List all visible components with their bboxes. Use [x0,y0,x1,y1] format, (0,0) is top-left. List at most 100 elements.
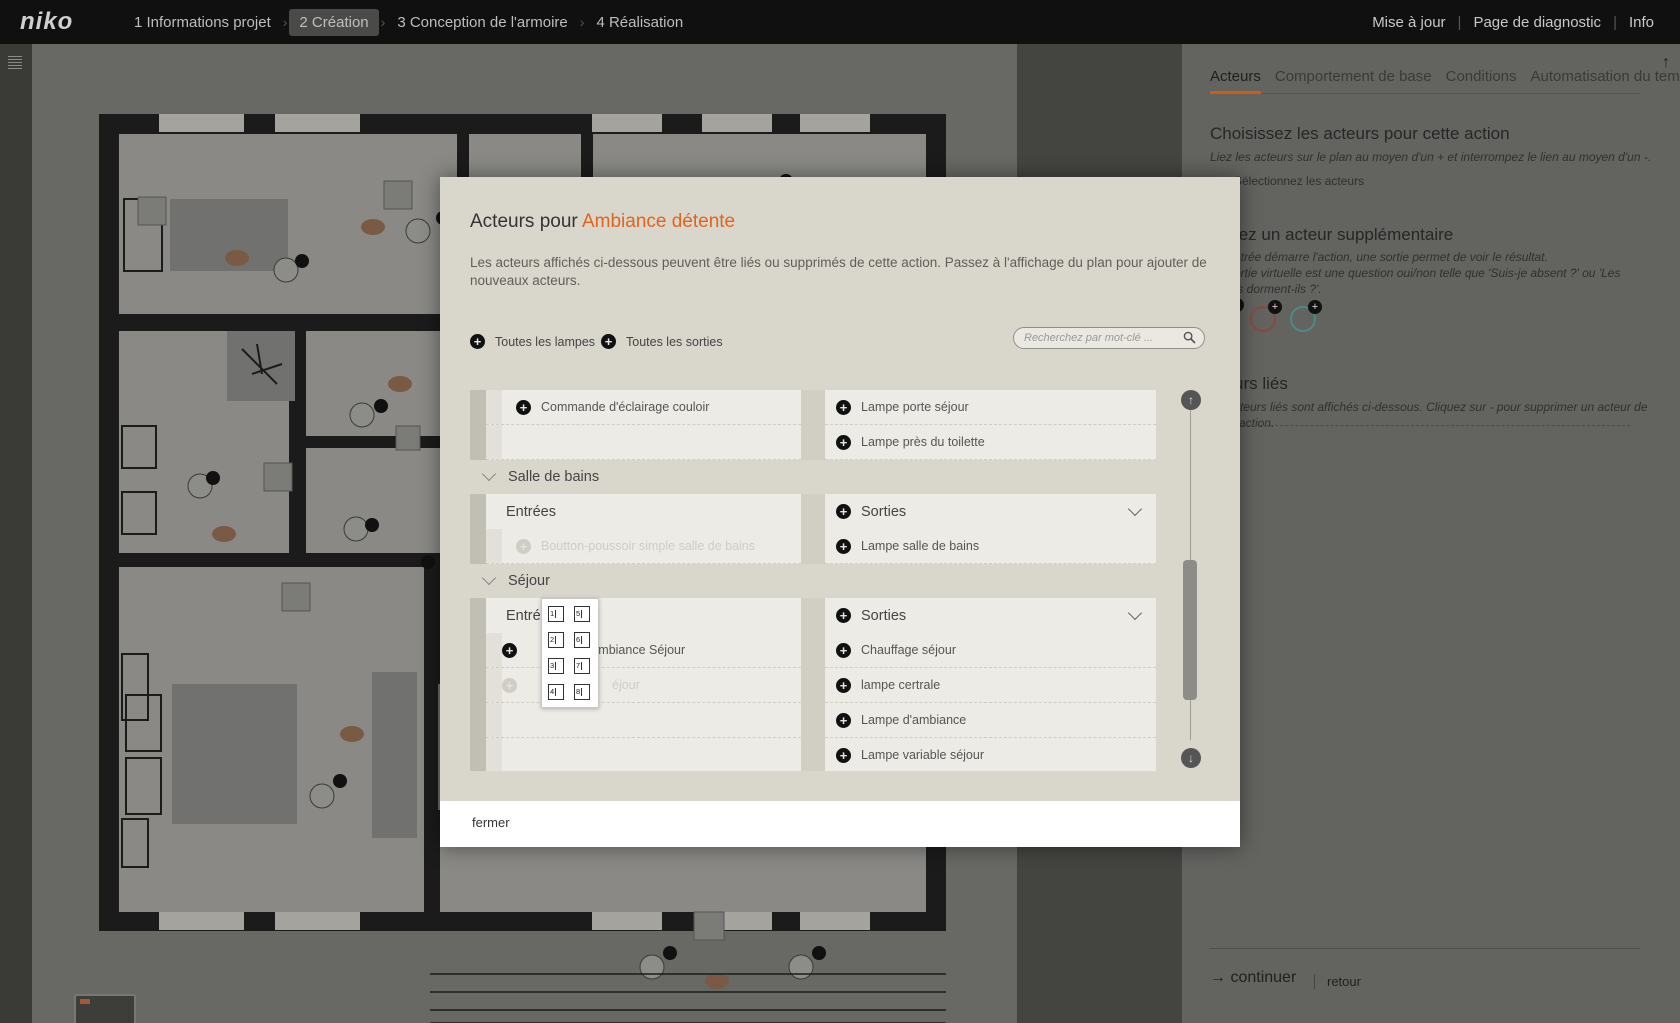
tab-automatisation[interactable]: Automatisation du temps [1531,66,1680,93]
arrow-down-icon[interactable]: ↓ [1181,748,1201,768]
all-lamps-label: Toutes les lampes [495,334,596,349]
dialog-title-prefix: Acteurs pour [470,211,578,232]
plus-icon[interactable]: + [836,538,851,554]
choose-actors-text: Liez les acteurs sur le plan au moyen d'… [1210,150,1652,164]
plus-icon[interactable]: + [836,504,851,519]
plus-icon: + [601,334,616,349]
actor-name: Lampe près du toilette [861,435,985,449]
plus-icon[interactable]: + [836,434,851,450]
room-salle-de-bains[interactable]: Salle de bains [470,460,1172,494]
add-actor-text-2: ortie virtuelle est une question oui/non… [1234,266,1621,280]
virtual-output-add-icon[interactable]: + [1290,300,1322,332]
plus-icon[interactable]: + [836,747,851,763]
update-link[interactable]: Mise à jour [1360,14,1457,31]
top-links: Mise à jour | Page de diagnostic | Info [1360,0,1666,44]
panel-tabs: Acteurs Comportement de base Conditions … [1210,66,1680,94]
room-sejour[interactable]: Séjour [470,564,1172,598]
left-rail [0,44,32,1023]
outputs-header[interactable]: + Sorties [825,598,1156,633]
all-lamps-button[interactable]: + Toutes les lampes [470,334,595,349]
step-realisation[interactable]: 4 Réalisation [586,9,693,36]
channel-icon[interactable]: 1 [548,606,564,622]
add-actor-text-1: ntrée démarre l'action, une sortie perme… [1234,250,1548,264]
inputs-header: Entré [486,598,801,633]
inputs-header: Entrées [486,494,801,529]
channel-icon[interactable]: 3 [548,658,564,674]
plus-icon[interactable]: + [836,642,851,658]
plus-icon: + [470,334,485,349]
actor-name: Lampe salle de bains [861,539,980,553]
channel-icon[interactable]: 2 [548,632,564,648]
divider [1210,425,1630,426]
linked-actors-text: cteurs liés sont affichés ci-dessous. Cl… [1234,400,1648,430]
plus-icon[interactable]: + [516,399,531,415]
chevron-down-icon [481,466,497,482]
select-actors-link[interactable]: Sélectionnez les acteurs [1234,173,1680,189]
list-item: + Commande d'éclairage couloir + Lampe por… [470,390,1172,425]
actors-dialog: Acteurs pour Ambiance détente Les acteur… [440,177,1240,847]
divider [1210,948,1640,949]
minimap[interactable] [74,994,136,1023]
continue-label: continuer [1230,969,1297,986]
plus-icon: + [516,538,531,554]
chevron-down-icon [481,570,497,586]
step-informations-projet[interactable]: 1 Informations projet [124,9,281,36]
actor-name: Chauffage séjour [861,643,956,657]
actor-name: lampe certrale [861,678,941,692]
tab-conditions[interactable]: Conditions [1446,66,1517,93]
plus-icon: + [502,677,517,693]
dialog-description: Les acteurs affichés ci-dessous peuvent … [470,255,1207,288]
column-header: Entrées + Sorties [470,494,1172,529]
channel-icon[interactable]: 7 [574,658,590,674]
actor-name: éjour [612,678,640,692]
outputs-label: Sorties [861,607,907,624]
scroll-thumb[interactable] [1183,560,1197,700]
niko-logo: niko [20,8,74,35]
actor-name: Lampe porte séjour [861,400,969,414]
search-icon[interactable] [1183,331,1196,344]
search-placeholder: Recherchez par mot-clé ... [1024,332,1153,344]
actors-list: + Commande d'éclairage couloir + Lampe por… [470,390,1172,771]
step-conception-armoire[interactable]: 3 Conception de l'armoire [387,9,577,36]
chevron-right-icon: › [282,14,288,30]
chevron-down-icon[interactable] [1127,605,1143,621]
plus-icon[interactable]: + [502,642,517,658]
close-button[interactable]: fermer [472,815,510,830]
chevron-down-icon[interactable] [1127,501,1143,517]
add-actor-text-3: ts dorment-ils ?'. [1234,282,1322,296]
actor-name: Commande d'éclairage couloir [541,400,710,414]
continue-button[interactable]: → continuer [1210,969,1296,987]
plus-icon[interactable]: + [836,608,851,623]
list-item: + Lampe d'ambiance [470,703,1172,738]
channel-icon[interactable]: 8 [574,684,590,700]
outputs-label: Sorties [861,503,907,520]
plus-icon[interactable]: + [836,399,851,415]
channel-icon[interactable]: 5 [574,606,590,622]
outputs-header[interactable]: + Sorties [825,494,1156,529]
list-item: + Lampe variable séjour [470,738,1172,771]
add-actor-heading: tez un acteur supplémentaire [1234,225,1454,244]
tab-comportement[interactable]: Comportement de base [1275,66,1432,93]
actor-name: Lampe variable séjour [861,748,984,762]
top-bar: niko 1 Informations projet › 2 Création … [0,0,1680,44]
plus-icon[interactable]: + [836,712,851,728]
room-name: Séjour [508,573,550,589]
module-channel-popup: 1 5 2 6 3 7 4 8 [541,598,599,708]
arrow-up-icon[interactable]: ↑ [1181,390,1201,410]
linked-actors-heading: urs liés [1234,374,1288,393]
menu-icon[interactable] [8,56,22,72]
tab-acteurs[interactable]: Acteurs [1210,66,1261,94]
plus-icon[interactable]: + [836,677,851,693]
all-outputs-button[interactable]: + Toutes les sorties [601,334,723,349]
room-name: Salle de bains [508,469,600,485]
channel-icon[interactable]: 4 [548,684,564,700]
search-input[interactable]: Recherchez par mot-clé ... [1013,327,1205,349]
dialog-title: Acteurs pour Ambiance détente [470,211,735,233]
step-creation[interactable]: 2 Création [289,8,379,36]
back-button[interactable]: retour [1314,974,1361,989]
list-scrollbar[interactable]: ↑ ↓ [1180,390,1202,771]
diagnostic-link[interactable]: Page de diagnostic [1461,14,1613,31]
channel-icon[interactable]: 6 [574,632,590,648]
output-add-icon[interactable]: + [1250,300,1282,332]
info-link[interactable]: Info [1617,14,1666,31]
